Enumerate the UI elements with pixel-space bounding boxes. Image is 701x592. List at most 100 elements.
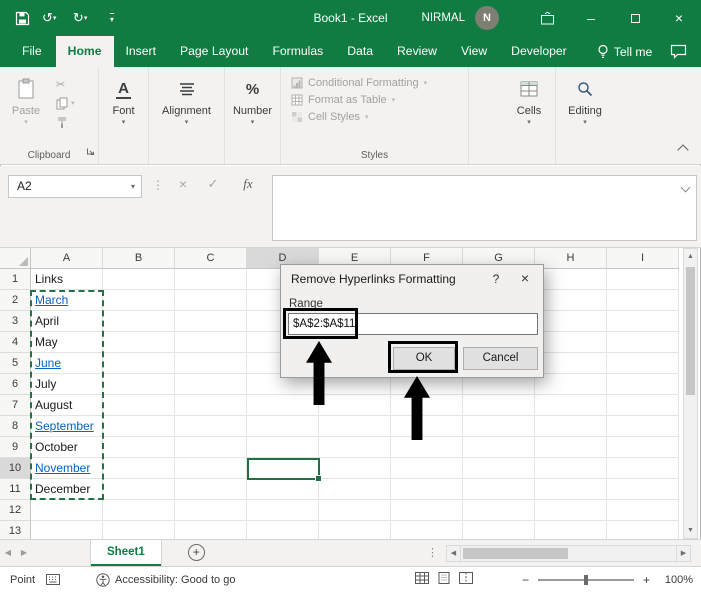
cells-button[interactable]: Cells ▾ — [503, 67, 555, 127]
tab-file[interactable]: File — [8, 36, 56, 67]
column-header-c[interactable]: C — [175, 248, 247, 269]
minimize-button[interactable]: – — [569, 0, 613, 36]
comment-icon[interactable] — [670, 36, 687, 67]
new-sheet-button[interactable]: + — [187, 544, 205, 561]
font-button[interactable]: A Font ▾ — [99, 67, 148, 127]
maximize-button[interactable] — [613, 0, 657, 36]
user-name[interactable]: NIRMAL — [422, 12, 465, 24]
row-header-9[interactable]: 9 — [0, 437, 31, 458]
row-header-10[interactable]: 10 — [0, 458, 31, 479]
scroll-right-icon[interactable]: ▶ — [676, 544, 691, 562]
cancel-entry-icon[interactable]: × — [172, 176, 194, 192]
column-header-h[interactable]: H — [535, 248, 607, 269]
formula-bar-expand-icon[interactable] — [680, 182, 691, 193]
cell-A7[interactable]: August — [31, 395, 103, 416]
zoom-slider[interactable] — [537, 574, 634, 585]
sheet-nav-right-icon[interactable]: ▶ — [16, 540, 32, 566]
cell-styles-button[interactable]: Cell Styles ▾ — [281, 108, 468, 125]
sheet-tab-sheet1[interactable]: Sheet1 — [90, 540, 162, 566]
row-header-6[interactable]: 6 — [0, 374, 31, 395]
column-header-b[interactable]: B — [103, 248, 175, 269]
horizontal-scrollbar-track[interactable] — [461, 544, 676, 562]
avatar[interactable]: N — [475, 6, 499, 30]
row-header-4[interactable]: 4 — [0, 332, 31, 353]
row-header-12[interactable]: 12 — [0, 500, 31, 521]
zoom-slider-thumb[interactable] — [583, 574, 588, 585]
tab-page-layout[interactable]: Page Layout — [168, 36, 260, 67]
page-break-preview-icon[interactable] — [458, 572, 473, 587]
row-header-5[interactable]: 5 — [0, 353, 31, 374]
cell-A5[interactable]: June — [31, 353, 103, 374]
row-header-11[interactable]: 11 — [0, 479, 31, 500]
ribbon-display-options-icon[interactable] — [535, 6, 559, 30]
format-as-table-button[interactable]: Format as Table ▾ — [281, 91, 468, 108]
zoom-in-icon[interactable]: + — [643, 573, 650, 587]
tab-review[interactable]: Review — [385, 36, 449, 67]
cut-button[interactable]: ✂ — [56, 77, 75, 91]
macro-record-icon[interactable] — [46, 574, 60, 585]
cell-A3[interactable]: April — [31, 311, 103, 332]
cell-A2[interactable]: March — [31, 290, 103, 311]
redo-dropdown-icon[interactable]: ▾ — [84, 14, 94, 22]
cell-A4[interactable]: May — [31, 332, 103, 353]
cell-A6[interactable]: July — [31, 374, 103, 395]
cell-A1[interactable]: Links — [31, 269, 103, 290]
number-button[interactable]: % Number ▾ — [225, 67, 280, 127]
tab-developer[interactable]: Developer — [499, 36, 579, 67]
tab-view[interactable]: View — [449, 36, 499, 67]
normal-view-icon[interactable] — [414, 572, 429, 587]
accessibility-status[interactable]: Accessibility: Good to go — [96, 572, 235, 587]
row-header-7[interactable]: 7 — [0, 395, 31, 416]
formula-bar-splitter-icon[interactable]: ⋮ — [152, 178, 164, 192]
scroll-up-icon[interactable]: ▲ — [684, 249, 697, 264]
format-painter-button[interactable] — [56, 115, 75, 129]
conditional-formatting-button[interactable]: Conditional Formatting ▾ — [281, 74, 468, 91]
select-all-corner[interactable] — [0, 248, 31, 269]
dialog-close-button[interactable]: × — [515, 269, 535, 289]
sheet-nav-left-icon[interactable]: ◀ — [0, 540, 16, 566]
collapse-ribbon-icon[interactable] — [677, 144, 689, 156]
vertical-scrollbar-thumb[interactable] — [686, 267, 695, 395]
customize-quick-access-toolbar-icon[interactable]: ▾ — [109, 12, 114, 24]
clipboard-dialog-launcher-icon[interactable] — [86, 143, 95, 161]
dialog-help-button[interactable]: ? — [487, 270, 505, 288]
scroll-down-icon[interactable]: ▼ — [684, 523, 697, 538]
column-header-i[interactable]: I — [607, 248, 679, 269]
editing-button[interactable]: Editing ▾ — [556, 67, 614, 127]
cell-A9[interactable]: October — [31, 437, 103, 458]
horizontal-scrollbar-thumb[interactable] — [463, 547, 568, 559]
horizontal-scrollbar[interactable]: ◀ ▶ — [446, 540, 691, 566]
enter-entry-icon[interactable]: ✓ — [202, 176, 224, 192]
zoom-out-icon[interactable]: − — [522, 573, 529, 587]
redo-icon[interactable]: ↻ — [73, 10, 84, 26]
name-box[interactable]: A2 ▾ — [8, 175, 142, 198]
row-header-2[interactable]: 2 — [0, 290, 31, 311]
cancel-button[interactable]: Cancel — [463, 347, 538, 370]
tell-me[interactable]: Tell me — [597, 36, 652, 67]
tab-data[interactable]: Data — [335, 36, 385, 67]
cell-A8[interactable]: September — [31, 416, 103, 437]
page-layout-view-icon[interactable] — [437, 572, 451, 587]
paste-button[interactable]: Paste ▾ — [3, 67, 49, 127]
column-header-a[interactable]: A — [31, 248, 103, 269]
close-button[interactable]: × — [657, 0, 701, 36]
scroll-left-icon[interactable]: ◀ — [446, 544, 461, 562]
undo-dropdown-icon[interactable]: ▾ — [53, 14, 63, 22]
cell-A10[interactable]: November — [31, 458, 103, 479]
save-icon[interactable] — [10, 6, 34, 30]
alignment-button[interactable]: Alignment ▾ — [149, 67, 224, 127]
row-header-8[interactable]: 8 — [0, 416, 31, 437]
insert-function-icon[interactable]: fx — [236, 176, 260, 192]
row-header-3[interactable]: 3 — [0, 311, 31, 332]
cell-A11[interactable]: December — [31, 479, 103, 500]
tab-formulas[interactable]: Formulas — [260, 36, 335, 67]
undo-icon[interactable]: ↺ — [42, 10, 53, 26]
tab-home[interactable]: Home — [55, 36, 114, 67]
tab-splitter-icon[interactable]: ⋮ — [427, 540, 438, 566]
row-header-13[interactable]: 13 — [0, 521, 31, 539]
tab-insert[interactable]: Insert — [114, 36, 168, 67]
vertical-scrollbar[interactable]: ▲ ▼ — [683, 248, 698, 539]
zoom-level[interactable]: 100% — [659, 574, 693, 586]
active-cell-D10[interactable] — [247, 458, 322, 482]
copy-button[interactable]: ▾ — [56, 96, 75, 110]
